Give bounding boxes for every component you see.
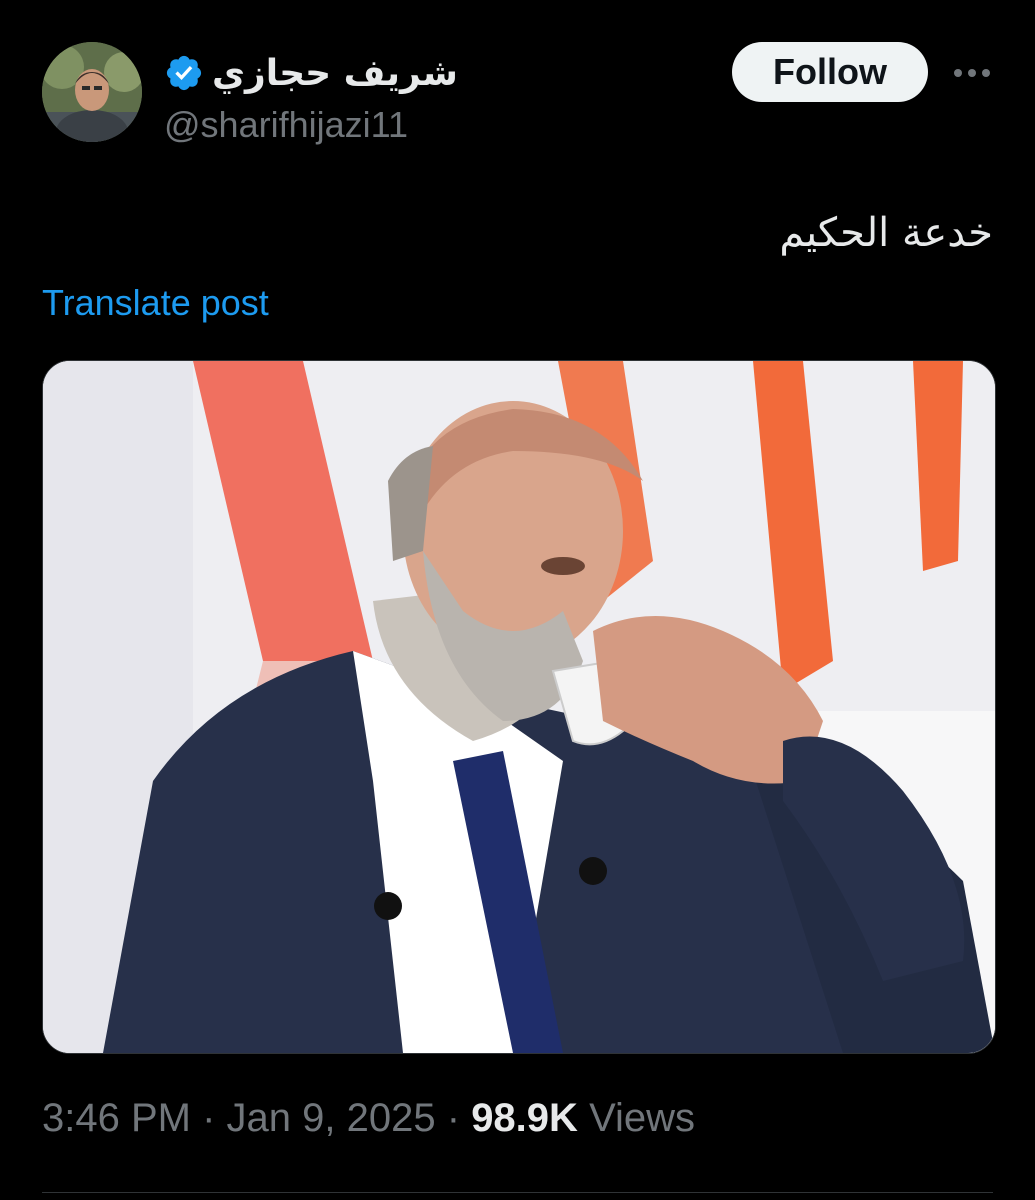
post-image[interactable] bbox=[42, 360, 996, 1054]
avatar[interactable] bbox=[42, 42, 142, 142]
follow-button[interactable]: Follow bbox=[732, 42, 928, 102]
divider bbox=[42, 1192, 993, 1193]
meta-separator: · bbox=[446, 1096, 461, 1140]
more-horizontal-icon[interactable] bbox=[950, 56, 994, 90]
author-display-name: شريف حجازي bbox=[212, 52, 458, 94]
views-count: 98.9K bbox=[471, 1096, 578, 1140]
post-time[interactable]: 3:46 PM bbox=[42, 1096, 191, 1140]
translate-post-link[interactable]: Translate post bbox=[42, 282, 269, 324]
views-label: Views bbox=[589, 1096, 696, 1140]
author-name-row[interactable]: شريف حجازي bbox=[164, 48, 458, 98]
author-handle[interactable]: @sharifhijazi11 bbox=[164, 104, 408, 146]
post-card: شريف حجازي @sharifhijazi11 Follow خدعة ا… bbox=[0, 0, 1035, 1200]
post-text: خدعة الحكيم bbox=[779, 210, 993, 256]
meta-separator: · bbox=[202, 1096, 216, 1140]
post-metadata: 3:46 PM · Jan 9, 2025 · 98.9K Views bbox=[42, 1096, 695, 1141]
post-date[interactable]: Jan 9, 2025 bbox=[227, 1096, 436, 1140]
verified-badge-icon bbox=[164, 53, 204, 93]
